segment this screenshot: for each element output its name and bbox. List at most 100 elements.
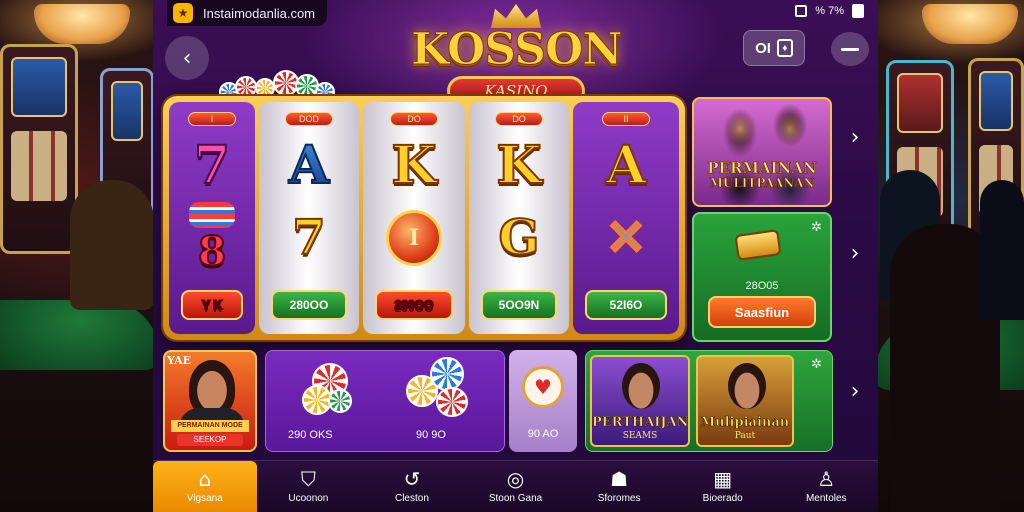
chip-bundle-large-icon[interactable] — [406, 357, 476, 419]
screen-icon — [795, 5, 808, 17]
nav-label: Sforomes — [597, 493, 641, 504]
nav-item-mentoles[interactable]: ♙ Mentoles — [774, 461, 878, 512]
next-bonus-button[interactable]: › — [843, 238, 867, 268]
account-control-button[interactable]: OI ♦ — [743, 30, 805, 66]
nav-label: Mentoles — [805, 493, 847, 504]
status-text: % 7% — [815, 5, 844, 17]
game-host-image — [728, 363, 766, 409]
chevron-right-icon: › — [850, 124, 860, 150]
nav-item-home[interactable]: ⌂ Vigsana — [153, 461, 257, 512]
chip-bundle-small-icon[interactable] — [302, 359, 362, 419]
reel-3[interactable]: DO K I 290OO — [363, 102, 465, 334]
reel-bet-button[interactable]: 52I6O — [585, 290, 667, 320]
quick-bet-card[interactable]: ♥ 90 AO — [509, 350, 577, 452]
reel-symbol-bottom: ✕ — [605, 210, 647, 266]
nav-label: Bioerado — [702, 493, 743, 504]
reel-symbol-bottom: 8 — [197, 228, 227, 275]
coin-icon: I — [386, 210, 442, 266]
promo-card-multiplayer[interactable]: PERMAINAN MULITPAANAN — [692, 97, 832, 207]
kosson-logo: KOSSON KASINO — [411, 4, 624, 108]
nav-item-cleston[interactable]: ↺ Cleston — [360, 461, 464, 512]
treasure-chest-icon — [734, 229, 782, 261]
promo-title-line1: PERMAINAN — [707, 159, 817, 177]
reel-1[interactable]: I 7 8 Y K — [169, 102, 255, 334]
chevron-right-icon: › — [850, 240, 860, 266]
user-icon: ♙ — [817, 467, 836, 491]
host-card-banner-2: SEEKOP — [177, 434, 243, 446]
shield-icon: ⛉ — [300, 467, 316, 491]
nav-label: Ucoonon — [288, 493, 329, 504]
gear-icon[interactable]: ✲ — [811, 220, 822, 235]
back-button[interactable]: ‹ — [165, 36, 209, 80]
reel-bet-button[interactable]: 5OO9N — [481, 290, 557, 320]
url-text: Instaimodanlia.com — [203, 5, 315, 21]
address-chip[interactable]: ★ Instaimodanlia.com — [167, 0, 327, 26]
status-bar: % 7% — [795, 4, 864, 18]
reel-tag: II — [602, 112, 650, 126]
casino-app-screen: ★ Instaimodanlia.com % 7% ‹ KOSSON KASIN… — [153, 0, 878, 512]
reel-symbol-bottom: I — [408, 225, 420, 251]
reel-2[interactable]: DOD A 7 280OO — [259, 102, 359, 334]
game-title: PERTHAIJANS — [592, 415, 690, 431]
logo-title: KOSSON — [411, 24, 624, 76]
gear-icon[interactable]: ✲ — [811, 357, 822, 372]
nav-item-sforomes[interactable]: ☗ Sforomes — [567, 461, 671, 512]
heart-chip-icon: ♥ — [522, 366, 564, 408]
wallet-icon: ♦ — [776, 39, 793, 57]
chip-stack-icon — [189, 202, 235, 228]
nav-item-stoon-gana[interactable]: ◎ Stoon Gana — [464, 461, 568, 512]
promo-hosts-image — [694, 99, 830, 205]
battery-icon — [852, 4, 864, 18]
reel-tag: DO — [390, 112, 438, 126]
reel-tag: DOD — [285, 112, 333, 126]
bonus-claim-button[interactable]: Saasfiun — [708, 296, 816, 328]
ceiling-lamp-right — [922, 4, 1018, 44]
chip-bundle-large-label: 90 9O — [416, 429, 446, 441]
chip-purchase-panel: 290 OKS 90 9O — [265, 350, 505, 452]
ring-icon: ◎ — [506, 467, 525, 491]
reel-bet-button[interactable]: 290OO — [375, 290, 453, 320]
reel-tag: DO — [495, 112, 543, 126]
nav-item-bioerado[interactable]: ▦ Bioerado — [671, 461, 775, 512]
group-icon: ☗ — [610, 467, 629, 491]
nav-label: Stoon Gana — [488, 493, 543, 504]
quick-bet-label: 90 AO — [527, 428, 559, 440]
reel-symbol-top: K — [495, 135, 542, 196]
host-card-tag: YAE — [167, 354, 192, 367]
patron-right-far — [980, 180, 1024, 320]
game-thumbnail-pertandingan[interactable]: PERTHAIJANS SEAMS — [590, 355, 690, 447]
game-thumbnail-multiplayer[interactable]: Mulipiainan Paut — [696, 355, 794, 447]
reel-symbol-bottom: G — [498, 210, 541, 266]
site-favicon-icon: ★ — [173, 3, 193, 23]
nav-label: Cleston — [394, 493, 429, 504]
game-subtitle: Paut — [734, 431, 756, 441]
bonus-card: ✲ 28O05 Saasfiun — [692, 212, 832, 342]
chevron-left-icon: ‹ — [182, 45, 192, 71]
reel-4[interactable]: DO K G 5OO9N — [469, 102, 569, 334]
next-games-button[interactable]: › — [843, 376, 867, 406]
slot-cabinet-left — [0, 44, 78, 254]
menu-button[interactable] — [831, 32, 869, 66]
game-host-image — [622, 363, 660, 409]
game-title: Mulipiainan — [700, 415, 790, 431]
reel-symbol-bottom: 7 — [291, 210, 326, 266]
nav-item-ucoonon[interactable]: ⛉ Ucoonon — [257, 461, 361, 512]
reel-symbol-top: A — [288, 135, 330, 196]
reel-5[interactable]: II A ✕ 52I6O — [573, 102, 679, 334]
nav-label: Vigsana — [186, 493, 223, 504]
promo-title-line2: MULITPAANAN — [709, 175, 815, 190]
chevron-right-icon: › — [850, 378, 860, 404]
reel-bet-button[interactable]: Y K — [181, 290, 243, 320]
featured-host-card[interactable]: YAE PERMAINAN MODE SEEKOP — [163, 350, 257, 452]
slot-machine: I 7 8 Y K DOD A 7 280OO DO K I 290OO DO … — [163, 96, 685, 340]
patron-left — [70, 180, 154, 310]
control-label: OI — [755, 39, 771, 57]
promo-title: PERMAINAN MULITPAANAN — [694, 159, 830, 190]
reel-bet-button[interactable]: 280OO — [271, 290, 347, 320]
game-subtitle: SEAMS — [622, 431, 658, 441]
reel-tag: I — [188, 112, 236, 126]
bottom-navigation: ⌂ Vigsana ⛉ Ucoonon ↺ Cleston ◎ Stoon Ga… — [153, 460, 878, 512]
next-promo-button[interactable]: › — [843, 122, 867, 152]
cycle-icon: ↺ — [403, 467, 421, 491]
reel-symbol-top: K — [390, 135, 437, 196]
